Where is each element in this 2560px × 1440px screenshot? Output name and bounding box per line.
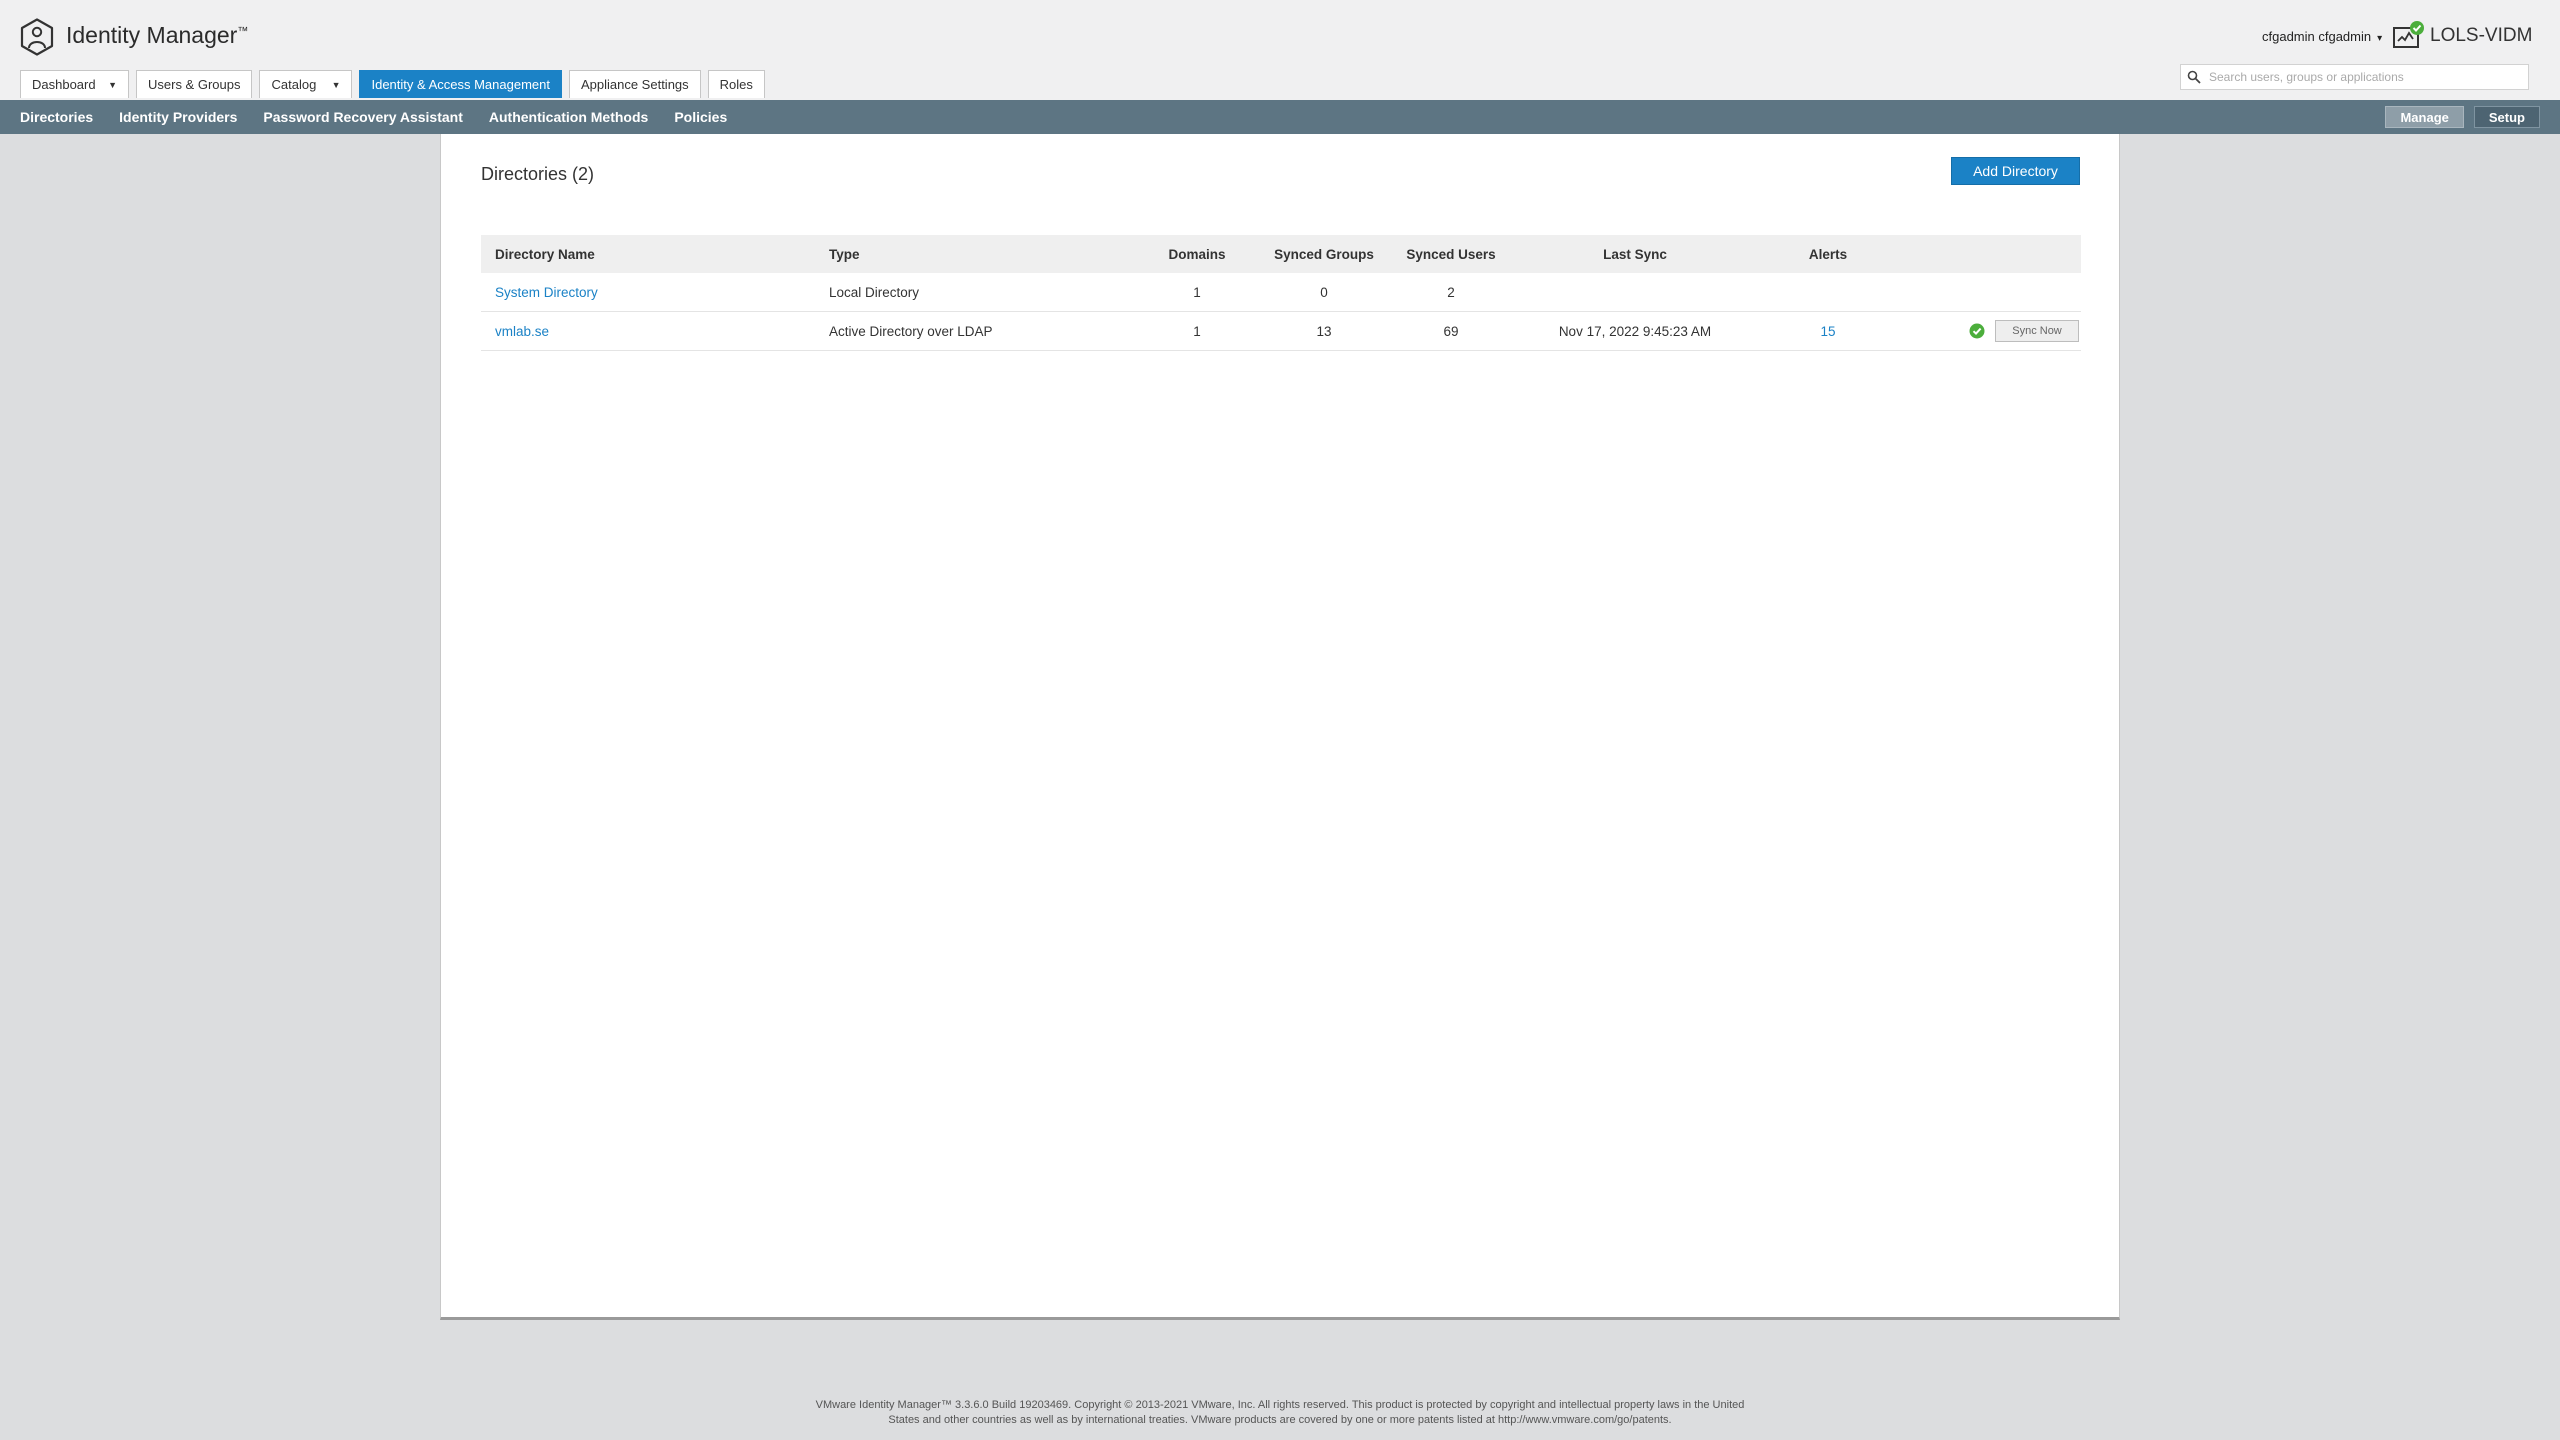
footer-copyright-line-2: States and other countries as well as by… [888, 1414, 1672, 1426]
col-header-synced-groups[interactable]: Synced Groups [1253, 235, 1395, 273]
setup-button[interactable]: Setup [2473, 106, 2540, 128]
tab-roles[interactable]: Roles [707, 70, 765, 98]
directory-synced-groups: 0 [1253, 273, 1395, 312]
tab-label: Catalog [271, 77, 317, 92]
directory-type: Active Directory over LDAP [829, 311, 1141, 351]
directory-alerts [1763, 273, 1893, 312]
dropdown-caret-icon: ▼ [331, 79, 341, 90]
search-icon [2187, 70, 2201, 84]
col-header-synced-users[interactable]: Synced Users [1395, 235, 1507, 273]
directories-table: Directory Name Type Domains Synced Group… [481, 235, 2081, 351]
app-title: Identity Manager™ [66, 22, 249, 48]
col-header-last-sync[interactable]: Last Sync [1507, 235, 1763, 273]
tab-dashboard[interactable]: Dashboard ▼ [20, 70, 129, 98]
directory-domains: 1 [1141, 273, 1253, 312]
tab-label: Users & Groups [148, 77, 241, 92]
page-title: Directories (2) [481, 164, 595, 184]
table-row: System Directory Local Directory 1 0 2 [481, 273, 2081, 312]
subnav-item-identity-providers[interactable]: Identity Providers [119, 109, 237, 125]
subnav-item-policies[interactable]: Policies [674, 109, 727, 125]
directories-panel: Directories (2) Add Directory Directory … [440, 134, 2120, 1320]
tenant-name[interactable]: LOLS-VIDM [2430, 25, 2532, 47]
subnav-item-password-recovery-assistant[interactable]: Password Recovery Assistant [263, 109, 462, 125]
directory-last-sync [1507, 273, 1763, 312]
subnav-item-authentication-methods[interactable]: Authentication Methods [489, 109, 648, 125]
tab-label: Roles [719, 77, 753, 92]
user-menu[interactable]: cfgadmin cfgadmin ▾ [2262, 29, 2382, 44]
directory-name-link[interactable]: System Directory [495, 285, 598, 300]
directory-name-link[interactable]: vmlab.se [495, 324, 549, 339]
directory-type: Local Directory [829, 273, 1141, 312]
tab-label: Dashboard [32, 77, 96, 92]
footer-copyright-line-1: VMware Identity Manager™ 3.3.6.0 Build 1… [815, 1399, 1745, 1411]
sync-now-button[interactable]: Sync Now [1995, 320, 2079, 342]
sub-navigation: Directories Identity Providers Password … [0, 100, 2560, 134]
directory-synced-users: 2 [1395, 273, 1507, 312]
tab-users-groups[interactable]: Users & Groups [136, 70, 253, 98]
col-header-directory-name[interactable]: Directory Name [481, 235, 829, 273]
tab-label: Identity & Access Management [371, 77, 550, 92]
directory-last-sync: Nov 17, 2022 9:45:23 AM [1507, 311, 1763, 351]
directory-synced-groups: 13 [1253, 311, 1395, 351]
tenant-status-icon [2393, 21, 2424, 48]
view-toggle: Manage Setup [2385, 106, 2540, 128]
col-header-domains[interactable]: Domains [1141, 235, 1253, 273]
main-tabs: Dashboard ▼ Users & Groups Catalog ▼ Ident… [20, 70, 765, 100]
alerts-count-link[interactable]: 15 [1820, 324, 1835, 339]
table-header-row: Directory Name Type Domains Synced Group… [481, 235, 2081, 273]
global-search[interactable] [2180, 64, 2529, 90]
col-header-type[interactable]: Type [829, 235, 1141, 273]
table-row: vmlab.se Active Directory over LDAP 1 13… [481, 311, 2081, 351]
directory-actions: Sync Now [1893, 311, 2081, 351]
user-name: cfgadmin cfgadmin [2262, 29, 2372, 44]
directory-domains: 1 [1141, 311, 1253, 351]
directory-actions [1893, 273, 2081, 312]
chevron-down-icon: ▾ [2377, 33, 2383, 44]
footer: VMware Identity Manager™ 3.3.6.0 Build 1… [0, 1398, 2560, 1428]
sync-ok-icon [1969, 323, 1985, 339]
add-directory-button[interactable]: Add Directory [1951, 157, 2080, 185]
tab-identity-access-management[interactable]: Identity & Access Management [359, 70, 562, 98]
dropdown-caret-icon: ▼ [108, 79, 117, 90]
tab-catalog[interactable]: Catalog ▼ [259, 70, 353, 98]
manage-button[interactable]: Manage [2385, 106, 2464, 128]
tab-appliance-settings[interactable]: Appliance Settings [568, 70, 701, 98]
subnav-item-directories[interactable]: Directories [20, 109, 93, 125]
tab-label: Appliance Settings [580, 77, 689, 92]
col-header-alerts[interactable]: Alerts [1763, 235, 1893, 273]
search-input[interactable] [2207, 69, 2511, 85]
identity-manager-logo-icon [20, 18, 54, 56]
col-header-actions [1893, 235, 2081, 273]
directory-synced-users: 69 [1395, 311, 1507, 351]
top-header: Identity Manager™ cfgadmin cfgadmin ▾ LOL… [0, 0, 2560, 100]
